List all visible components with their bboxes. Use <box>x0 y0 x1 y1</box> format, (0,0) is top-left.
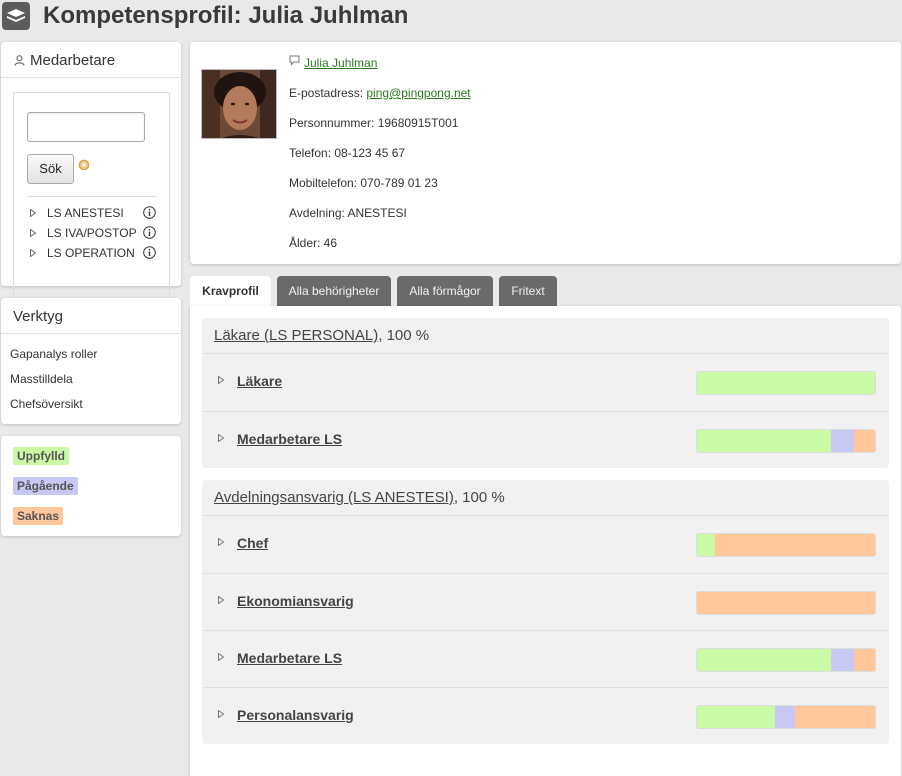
department-label[interactable]: LS OPERATION <box>47 246 135 260</box>
expand-triangle-icon[interactable] <box>30 229 36 237</box>
profile-personnummer: Personnummer: 19680915T001 <box>289 116 459 130</box>
person-icon <box>14 55 25 66</box>
progress-bar <box>696 705 876 729</box>
tool-gap-analysis-link[interactable]: Gapanalys roller <box>10 347 97 361</box>
tab-alla-behorigheter[interactable]: Alla behörigheter <box>277 276 391 306</box>
requirement-name[interactable]: Ekonomiansvarig <box>237 593 354 609</box>
tools-panel: Verktyg Gapanalys roller Masstilldela Ch… <box>1 298 181 424</box>
tab-alla-formagor[interactable]: Alla förmågor <box>397 276 493 306</box>
progress-missing-segment <box>697 592 875 614</box>
requirement-row[interactable]: Ekonomiansvarig <box>202 573 889 630</box>
expand-triangle-icon[interactable] <box>218 434 224 442</box>
requirement-group: Avdelningsansvarig (LS ANESTESI), 100 % … <box>202 480 889 744</box>
requirement-name[interactable]: Medarbetare LS <box>237 431 342 447</box>
progress-fulfilled-segment <box>697 534 715 556</box>
progress-missing-segment <box>714 534 875 556</box>
group-percent: , 100 % <box>453 489 505 506</box>
tools-panel-title: Verktyg <box>1 298 181 334</box>
profile-age: Ålder: 46 <box>289 236 338 250</box>
expand-triangle-icon[interactable] <box>218 596 224 604</box>
info-icon[interactable] <box>143 226 156 239</box>
employee-panel: Medarbetare Sök LS ANESTESI LS IVA/POSTO… <box>1 42 181 316</box>
progress-bar <box>696 429 876 453</box>
email-link[interactable]: ping@pingpong.net <box>366 86 470 100</box>
email-label: E-postadress: <box>289 86 367 100</box>
progress-missing-segment <box>794 706 875 728</box>
department-item-ls-operation[interactable]: LS OPERATION <box>30 244 160 262</box>
requirement-row[interactable]: Medarbetare LS <box>202 411 889 468</box>
page-title: Kompetensprofil: Julia Juhlman <box>43 2 409 29</box>
progress-fulfilled-segment <box>697 430 831 452</box>
department-item-ls-anestesi[interactable]: LS ANESTESI <box>30 204 160 222</box>
requirement-name[interactable]: Medarbetare LS <box>237 650 342 666</box>
legend-panel: Uppfylld Pågående Saknas <box>1 436 181 536</box>
group-percent: , 100 % <box>378 327 430 344</box>
progress-fulfilled-segment <box>697 706 776 728</box>
profile-panel: Julia Juhlman E-postadress: ping@pingpon… <box>190 42 901 264</box>
progress-bar <box>696 648 876 672</box>
requirements-panel: Läkare (LS PERSONAL), 100 % Läkare Medar… <box>190 306 901 776</box>
requirement-row[interactable]: Personalansvarig <box>202 687 889 744</box>
employee-panel-header: Medarbetare <box>1 42 181 78</box>
progress-bar <box>696 533 876 557</box>
profile-department: Avdelning: ANESTESI <box>289 206 407 220</box>
profile-name-link[interactable]: Julia Juhlman <box>304 56 377 70</box>
legend-fulfilled-badge: Uppfylld <box>13 447 69 465</box>
department-label[interactable]: LS ANESTESI <box>47 206 124 220</box>
divider <box>27 196 157 197</box>
group-title-link[interactable]: Avdelningsansvarig (LS ANESTESI) <box>214 489 454 506</box>
group-title-link[interactable]: Läkare (LS PERSONAL) <box>214 327 378 344</box>
progress-missing-segment <box>853 649 875 671</box>
progress-ongoing-segment <box>775 706 795 728</box>
progress-fulfilled-segment <box>697 372 875 394</box>
progress-fulfilled-segment <box>697 649 831 671</box>
expand-triangle-icon[interactable] <box>218 376 224 384</box>
tool-manager-overview-link[interactable]: Chefsöversikt <box>10 397 83 411</box>
tab-fritext[interactable]: Fritext <box>499 276 557 306</box>
legend-ongoing-badge: Pågående <box>13 477 78 495</box>
progress-bar <box>696 591 876 615</box>
profile-phone: Telefon: 08-123 45 67 <box>289 146 406 160</box>
tab-kravprofil[interactable]: Kravprofil <box>190 276 271 308</box>
progress-missing-segment <box>853 430 875 452</box>
expand-triangle-icon[interactable] <box>218 538 224 546</box>
info-icon[interactable] <box>143 206 156 219</box>
advanced-search-icon[interactable] <box>78 159 90 171</box>
profile-mobile: Mobiltelefon: 070-789 01 23 <box>289 176 438 190</box>
requirement-name[interactable]: Chef <box>237 535 268 551</box>
requirement-row[interactable]: Läkare <box>202 354 889 411</box>
group-header: Läkare (LS PERSONAL), 100 % <box>202 318 889 354</box>
department-item-ls-iva-postop[interactable]: LS IVA/POSTOP <box>30 224 160 242</box>
message-icon[interactable] <box>289 55 300 66</box>
requirement-name[interactable]: Läkare <box>237 373 282 389</box>
expand-triangle-icon[interactable] <box>30 209 36 217</box>
search-box: Sök LS ANESTESI LS IVA/POSTOP LS OPERATI… <box>13 92 170 316</box>
tool-mass-assign-link[interactable]: Masstilldela <box>10 372 73 386</box>
competence-profile-icon <box>2 2 30 30</box>
expand-triangle-icon[interactable] <box>30 249 36 257</box>
search-input[interactable] <box>27 112 145 142</box>
requirement-row[interactable]: Medarbetare LS <box>202 630 889 687</box>
info-icon[interactable] <box>143 246 156 259</box>
expand-triangle-icon[interactable] <box>218 653 224 661</box>
search-button[interactable]: Sök <box>27 154 74 184</box>
requirement-row[interactable]: Chef <box>202 516 889 573</box>
legend-missing-badge: Saknas <box>13 507 64 525</box>
progress-bar <box>696 371 876 395</box>
employee-panel-title: Medarbetare <box>30 52 116 69</box>
requirement-group: Läkare (LS PERSONAL), 100 % Läkare Medar… <box>202 318 889 468</box>
title-bar: Kompetensprofil: Julia Juhlman <box>0 0 902 34</box>
expand-triangle-icon[interactable] <box>218 710 224 718</box>
requirement-name[interactable]: Personalansvarig <box>237 707 354 723</box>
profile-email-line: E-postadress: ping@pingpong.net <box>289 86 471 100</box>
group-header: Avdelningsansvarig (LS ANESTESI), 100 % <box>202 480 889 516</box>
avatar <box>201 69 277 139</box>
department-label[interactable]: LS IVA/POSTOP <box>47 226 137 240</box>
progress-ongoing-segment <box>830 430 854 452</box>
progress-ongoing-segment <box>830 649 854 671</box>
